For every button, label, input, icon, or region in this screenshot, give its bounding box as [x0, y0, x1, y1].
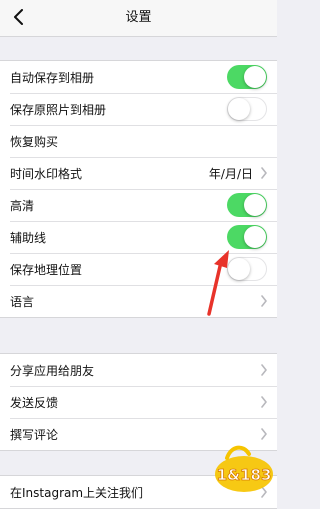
- timestamp-format-value: 年/月/日: [208, 166, 253, 181]
- setting-label: 恢复购买: [10, 134, 59, 149]
- setting-row-timestamp-format[interactable]: 时间水印格式 年/月/日: [0, 157, 277, 189]
- setting-label: 在Instagram上关注我们: [10, 485, 144, 500]
- settings-group-general: 自动保存到相册 保存原照片到相册 恢复购买 时间水印格式 年/月/日 高清 辅助…: [0, 60, 277, 318]
- setting-label: 语言: [10, 294, 35, 309]
- setting-row-save-location[interactable]: 保存地理位置: [0, 253, 277, 285]
- setting-row-grid-lines[interactable]: 辅助线: [0, 221, 277, 253]
- grid-lines-toggle[interactable]: [227, 225, 267, 249]
- chevron-right-icon: [261, 167, 267, 179]
- settings-group-social: 分享应用给朋友 发送反馈 撰写评论: [0, 353, 277, 451]
- watermark-text: 1&183: [217, 466, 272, 484]
- chevron-right-icon: [261, 295, 267, 307]
- hd-toggle[interactable]: [227, 193, 267, 217]
- setting-label: 辅助线: [10, 230, 47, 245]
- setting-label: 保存地理位置: [10, 262, 83, 277]
- toggle-knob: [228, 98, 250, 120]
- setting-row-auto-save[interactable]: 自动保存到相册: [0, 61, 277, 93]
- chevron-right-icon: [261, 364, 267, 376]
- toggle-knob: [244, 226, 266, 248]
- annotation-arrow-icon: [207, 250, 229, 316]
- page-title: 设置: [125, 10, 152, 25]
- watermark-logo: 1&183: [215, 445, 273, 492]
- setting-row-hd[interactable]: 高清: [0, 189, 277, 221]
- auto-save-toggle[interactable]: [227, 65, 267, 89]
- setting-label: 撰写评论: [10, 427, 59, 442]
- save-original-toggle[interactable]: [227, 97, 267, 121]
- setting-label: 时间水印格式: [10, 166, 83, 181]
- setting-row-save-original[interactable]: 保存原照片到相册: [0, 93, 277, 125]
- toggle-knob: [244, 194, 266, 216]
- setting-label: 发送反馈: [10, 395, 59, 410]
- navigation-bar: 设置: [0, 0, 277, 37]
- setting-row-language[interactable]: 语言: [0, 285, 277, 317]
- toggle-knob: [244, 66, 266, 88]
- setting-row-share-app[interactable]: 分享应用给朋友: [0, 354, 277, 386]
- setting-row-restore-purchase[interactable]: 恢复购买: [0, 125, 277, 157]
- chevron-right-icon: [261, 396, 267, 408]
- chevron-right-icon: [261, 428, 267, 440]
- setting-label: 高清: [10, 198, 35, 213]
- setting-label: 分享应用给朋友: [10, 363, 95, 378]
- setting-label: 自动保存到相册: [10, 70, 95, 85]
- setting-label: 保存原照片到相册: [10, 102, 107, 117]
- setting-row-send-feedback[interactable]: 发送反馈: [0, 386, 277, 418]
